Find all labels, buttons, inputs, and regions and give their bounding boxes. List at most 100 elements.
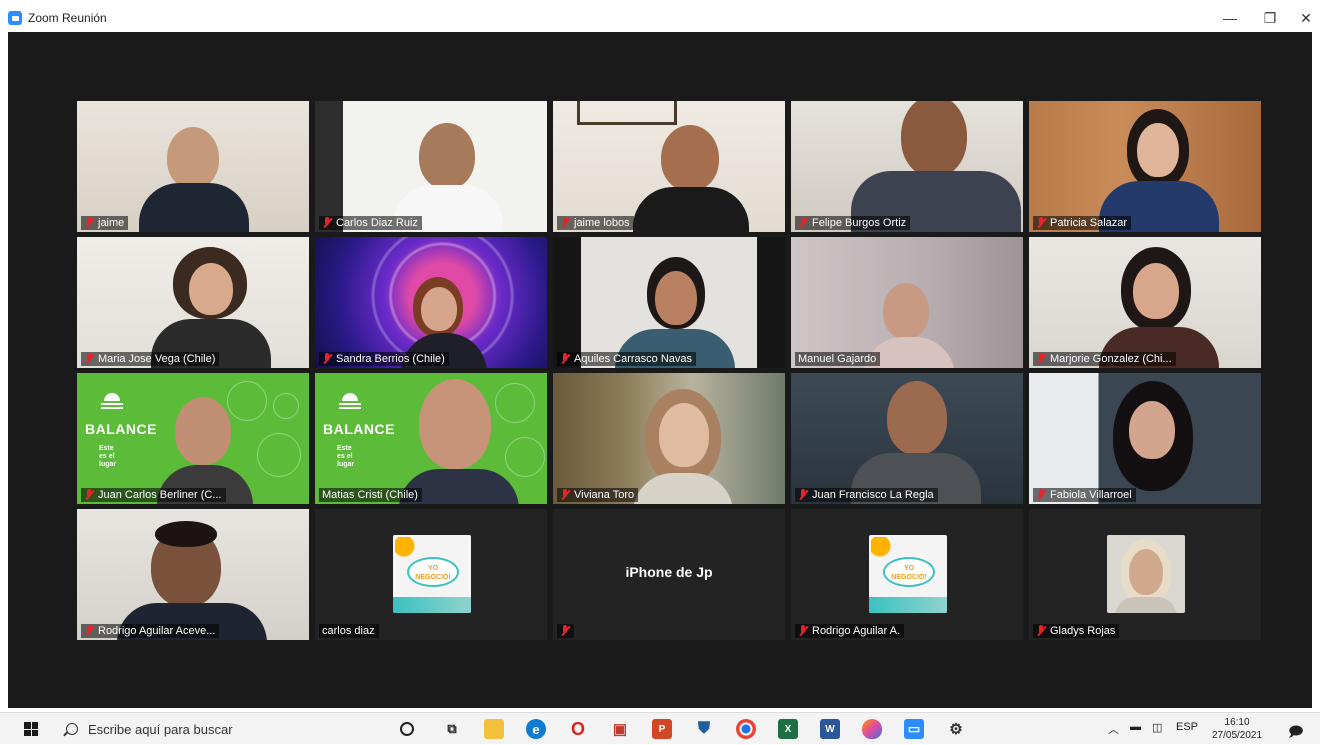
windows-start-icon[interactable] (24, 722, 38, 736)
video-tile-active-speaker[interactable]: BALANCE Este es el lugar Matias Cristi (Ch… (315, 373, 547, 504)
participant-name-tag: Gladys Rojas (1033, 624, 1120, 638)
participant-name-tag: Felipe Burgos Ortiz (795, 216, 911, 230)
excel-icon[interactable]: X (778, 719, 798, 739)
muted-mic-icon (1036, 353, 1046, 365)
muted-mic-icon (322, 353, 332, 365)
muted-mic-icon (84, 489, 94, 501)
yo-negocio-logo: YO NEGOCIO! (883, 557, 935, 587)
gift-icon[interactable]: ▣ (610, 719, 630, 739)
language-indicator[interactable]: ESP (1176, 721, 1198, 733)
participant-name-tag: Manuel Gajardo (795, 352, 881, 366)
powerpoint-icon[interactable]: P (652, 719, 672, 739)
sun-icon (99, 387, 125, 409)
participant-name-tag (557, 624, 574, 638)
volume-icon[interactable]: ◫ (1152, 721, 1162, 734)
video-tile[interactable]: Rodrigo Aguilar Aceve... (77, 509, 309, 640)
windows-taskbar: Escribe aquí para buscar ⧉ e O ▣ P ⛊ X W… (0, 712, 1320, 744)
participant-name-tag: Juan Carlos Berliner (C... (81, 488, 226, 502)
video-tile[interactable]: Manuel Gajardo (791, 237, 1023, 368)
close-button[interactable]: ✕ (1286, 6, 1320, 30)
video-tile[interactable]: Marjorie Gonzalez (Chi... (1029, 237, 1261, 368)
file-explorer-icon[interactable] (484, 719, 504, 739)
participant-name-tag: Viviana Toro (557, 488, 639, 502)
video-tile[interactable]: jaime lobos (553, 101, 785, 232)
video-tile[interactable]: Sandra Berrios (Chile) (315, 237, 547, 368)
edge-icon[interactable]: e (526, 719, 546, 739)
video-tile[interactable]: iPhone de Jp (553, 509, 785, 640)
video-tile[interactable]: YO NEGOCIO! Rodrigo Aguilar A. (791, 509, 1023, 640)
video-tile[interactable]: Viviana Toro (553, 373, 785, 504)
notifications-icon[interactable]: 🗩 (1288, 721, 1304, 745)
muted-mic-icon (560, 217, 570, 229)
maximize-button[interactable]: ❐ (1250, 6, 1290, 30)
shield-icon[interactable]: ⛊ (694, 719, 714, 739)
avatar: YO NEGOCIO! (393, 535, 471, 613)
settings-gear-icon[interactable]: ⚙ (946, 719, 966, 739)
video-tile[interactable]: Aquiles Carrasco Navas (553, 237, 785, 368)
muted-mic-icon (322, 217, 332, 229)
avatar (1107, 535, 1185, 613)
muted-mic-icon (560, 353, 570, 365)
video-tile[interactable]: Fabiola Villarroel (1029, 373, 1261, 504)
participant-name-tag: Maria Jose Vega (Chile) (81, 352, 220, 366)
taskbar-search[interactable]: Escribe aquí para buscar (58, 717, 378, 741)
video-tile[interactable]: Gladys Rojas (1029, 509, 1261, 640)
balance-tagline: Este es el lugar (99, 445, 117, 468)
muted-mic-icon (1036, 217, 1046, 229)
avatar: YO NEGOCIO! (869, 535, 947, 613)
clock[interactable]: 16:10 27/05/2021 (1212, 716, 1262, 742)
participant-name-tag: Matias Cristi (Chile) (319, 488, 422, 502)
participant-name-tag: jaime (81, 216, 129, 230)
muted-mic-icon (798, 489, 808, 501)
sun-icon (337, 387, 363, 409)
zoom-logo-icon (8, 11, 22, 25)
clock-time: 16:10 (1224, 717, 1250, 728)
video-tile[interactable]: Maria Jose Vega (Chile) (77, 237, 309, 368)
tray-chevron-up-icon[interactable]: ︿ (1108, 721, 1119, 737)
muted-mic-icon (798, 217, 808, 229)
opera-icon[interactable]: O (568, 719, 588, 739)
network-icon[interactable]: ▬ (1130, 721, 1141, 733)
gallery-view: jaime Carlos Diaz Ruiz jaime lobos Felip… (8, 32, 1312, 708)
minimize-button[interactable]: — (1210, 6, 1250, 30)
video-tile[interactable]: BALANCE Este es el lugar Juan Carlos Berli… (77, 373, 309, 504)
participant-name-tag: Patricia Salazar (1033, 216, 1132, 230)
muted-mic-icon (560, 625, 570, 637)
window-title: Zoom Reunión (28, 11, 107, 25)
muted-mic-icon (84, 217, 94, 229)
muted-mic-icon (84, 625, 94, 637)
participant-name-tag: Sandra Berrios (Chile) (319, 352, 449, 366)
video-tile[interactable]: Felipe Burgos Ortiz (791, 101, 1023, 232)
participant-name-tag: Rodrigo Aguilar Aceve... (81, 624, 220, 638)
cortana-icon[interactable] (400, 722, 414, 736)
participant-name-tag: Fabiola Villarroel (1033, 488, 1136, 502)
yo-negocio-logo: YO NEGOCIO! (407, 557, 459, 587)
muted-mic-icon (1036, 489, 1046, 501)
word-icon[interactable]: W (820, 719, 840, 739)
video-tile[interactable]: Juan Francisco La Regla (791, 373, 1023, 504)
video-tile[interactable]: Carlos Diaz Ruiz (315, 101, 547, 232)
muted-mic-icon (1036, 625, 1046, 637)
participant-name-tag: Juan Francisco La Regla (795, 488, 938, 502)
search-icon (66, 723, 78, 735)
title-bar: Zoom Reunión — ❐ ✕ (0, 0, 1320, 36)
zoom-taskbar-icon[interactable]: ▭ (904, 719, 924, 739)
participant-name-tag: Rodrigo Aguilar A. (795, 624, 905, 638)
balance-tagline: Este es el lugar (337, 445, 355, 468)
participant-name-tag: jaime lobos (557, 216, 634, 230)
device-label: iPhone de Jp (625, 564, 713, 580)
video-tile[interactable]: Patricia Salazar (1029, 101, 1261, 232)
participant-name-tag: Aquiles Carrasco Navas (557, 352, 696, 366)
video-tile[interactable]: jaime (77, 101, 309, 232)
clock-date: 27/05/2021 (1212, 730, 1263, 741)
participant-name-tag: Marjorie Gonzalez (Chi... (1033, 352, 1176, 366)
muted-mic-icon (798, 625, 808, 637)
muted-mic-icon (84, 353, 94, 365)
task-view-icon[interactable]: ⧉ (442, 719, 462, 739)
firefox-icon[interactable] (862, 719, 882, 739)
video-tile[interactable]: YO NEGOCIO! carlos diaz (315, 509, 547, 640)
muted-mic-icon (560, 489, 570, 501)
chrome-icon[interactable] (736, 719, 756, 739)
picture-frame (577, 101, 677, 125)
participant-name-tag: carlos diaz (319, 624, 379, 638)
